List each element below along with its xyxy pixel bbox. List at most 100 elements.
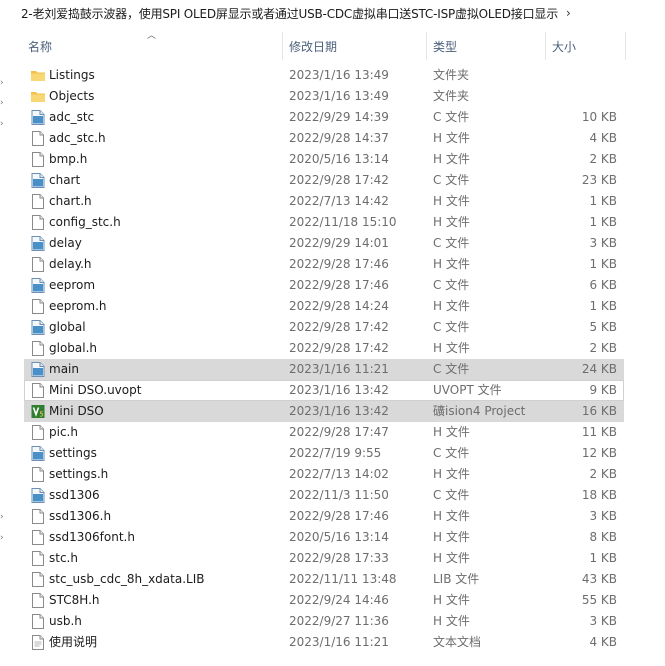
file-row[interactable]: Listings 2023/1/16 13:49 文件夹 xyxy=(24,65,624,86)
h-file-icon xyxy=(31,149,45,170)
file-row[interactable]: stc.h 2022/9/28 17:33 H 文件 1 KB xyxy=(24,548,624,569)
breadcrumb-path[interactable]: 2-老刘爱捣鼓示波器，使用SPI OLED屏显示或者通过USB-CDC虚拟串口送… xyxy=(21,5,558,22)
h-file-icon xyxy=(31,527,45,548)
file-row[interactable]: settings.h 2022/7/13 14:02 H 文件 2 KB xyxy=(24,464,624,485)
h-file-icon xyxy=(31,128,45,149)
file-row[interactable]: pic.h 2022/9/28 17:47 H 文件 11 KB xyxy=(24,422,624,443)
file-type: H 文件 xyxy=(433,509,470,523)
file-row[interactable]: global 2022/9/28 17:42 C 文件 5 KB xyxy=(24,317,624,338)
file-type: H 文件 xyxy=(433,152,470,166)
file-type: C 文件 xyxy=(433,110,470,124)
file-row[interactable]: adc_stc 2022/9/29 14:39 C 文件 10 KB xyxy=(24,107,624,128)
file-row[interactable]: eeprom.h 2022/9/28 14:24 H 文件 1 KB xyxy=(24,296,624,317)
file-row[interactable]: 使用说明 2023/1/16 11:21 文本文档 4 KB xyxy=(24,632,624,653)
file-row[interactable]: chart.h 2022/7/13 14:42 H 文件 1 KB xyxy=(24,191,624,212)
column-size[interactable]: 大小 xyxy=(552,32,576,60)
file-name: global xyxy=(49,320,86,334)
expand-arrow-icon[interactable]: › xyxy=(0,78,4,88)
file-type: C 文件 xyxy=(433,488,470,502)
file-date: 2022/7/13 14:02 xyxy=(289,467,389,481)
file-row[interactable]: usb.h 2022/9/27 11:36 H 文件 3 KB xyxy=(24,611,624,632)
file-type: C 文件 xyxy=(433,278,470,292)
file-name: settings.h xyxy=(49,467,109,481)
file-row[interactable]: global.h 2022/9/28 17:42 H 文件 2 KB xyxy=(24,338,624,359)
file-type: 文件夹 xyxy=(433,89,470,103)
uvopt-file-icon xyxy=(31,380,45,401)
file-date: 2022/9/28 17:42 xyxy=(289,320,389,334)
file-row[interactable]: delay 2022/9/29 14:01 C 文件 3 KB xyxy=(24,233,624,254)
expand-arrow-icon[interactable]: › xyxy=(0,512,4,522)
file-row[interactable]: 5 Mini DSO 2023/1/16 13:42 礦ision4 Project 1… xyxy=(24,401,624,422)
file-row[interactable]: main 2023/1/16 11:21 C 文件 24 KB xyxy=(24,359,624,380)
h-file-icon xyxy=(31,212,45,233)
column-divider[interactable] xyxy=(545,32,546,60)
column-type[interactable]: 类型 xyxy=(433,32,457,60)
file-name: chart.h xyxy=(49,194,92,208)
file-size: 1 KB xyxy=(589,257,617,271)
file-size: 2 KB xyxy=(589,341,617,355)
file-date: 2022/7/13 14:42 xyxy=(289,194,389,208)
file-type: C 文件 xyxy=(433,236,470,250)
file-date: 2022/7/19 9:55 xyxy=(289,446,382,460)
file-name: stc.h xyxy=(49,551,78,565)
file-size: 12 KB xyxy=(581,446,617,460)
file-date: 2022/9/28 14:37 xyxy=(289,131,389,145)
file-row[interactable]: eeprom 2022/9/28 17:46 C 文件 6 KB xyxy=(24,275,624,296)
column-divider[interactable] xyxy=(625,32,626,60)
file-row[interactable]: Mini DSO.uvopt 2023/1/16 13:42 UVOPT 文件 9 K… xyxy=(24,380,624,401)
column-divider[interactable] xyxy=(426,32,427,60)
file-row[interactable]: ssd1306.h 2022/9/28 17:46 H 文件 3 KB xyxy=(24,506,624,527)
file-type: C 文件 xyxy=(433,362,470,376)
file-date: 2022/9/29 14:39 xyxy=(289,110,389,124)
file-row[interactable]: Objects 2023/1/16 13:49 文件夹 xyxy=(24,86,624,107)
file-size: 2 KB xyxy=(589,467,617,481)
file-date: 2022/11/3 11:50 xyxy=(289,488,389,502)
file-name: eeprom.h xyxy=(49,299,107,313)
file-date: 2022/9/28 17:42 xyxy=(289,173,389,187)
file-row[interactable]: config_stc.h 2022/11/18 15:10 H 文件 1 KB xyxy=(24,212,624,233)
file-size: 3 KB xyxy=(589,614,617,628)
column-divider[interactable] xyxy=(282,32,283,60)
file-row[interactable]: delay.h 2022/9/28 17:46 H 文件 1 KB xyxy=(24,254,624,275)
chevron-right-icon[interactable]: › xyxy=(566,6,571,20)
expand-arrow-icon[interactable]: › xyxy=(0,533,4,543)
column-name[interactable]: 名称 xyxy=(28,32,52,60)
file-size: 4 KB xyxy=(589,635,617,649)
file-name: Mini DSO xyxy=(49,404,104,418)
file-row[interactable]: STC8H.h 2022/9/24 14:46 H 文件 55 KB xyxy=(24,590,624,611)
file-row[interactable]: ssd1306 2022/11/3 11:50 C 文件 18 KB xyxy=(24,485,624,506)
file-type: UVOPT 文件 xyxy=(433,383,502,397)
file-row[interactable]: bmp.h 2020/5/16 13:14 H 文件 2 KB xyxy=(24,149,624,170)
file-row[interactable]: ssd1306font.h 2020/5/16 13:14 H 文件 8 KB xyxy=(24,527,624,548)
file-size: 23 KB xyxy=(581,173,617,187)
file-row[interactable]: chart 2022/9/28 17:42 C 文件 23 KB xyxy=(24,170,624,191)
c-file-icon xyxy=(31,107,45,128)
file-row[interactable]: adc_stc.h 2022/9/28 14:37 H 文件 4 KB xyxy=(24,128,624,149)
h-file-icon xyxy=(31,548,45,569)
file-size: 18 KB xyxy=(581,488,617,502)
file-size: 5 KB xyxy=(589,320,617,334)
file-type: H 文件 xyxy=(433,551,470,565)
h-file-icon xyxy=(31,464,45,485)
file-name: delay xyxy=(49,236,82,250)
file-name: Objects xyxy=(49,89,95,103)
file-name: settings xyxy=(49,446,97,460)
column-date[interactable]: 修改日期 xyxy=(289,32,337,60)
breadcrumb[interactable]: 2-老刘爱捣鼓示波器，使用SPI OLED屏显示或者通过USB-CDC虚拟串口送… xyxy=(0,0,665,26)
c-file-icon xyxy=(31,275,45,296)
expand-arrow-icon[interactable]: › xyxy=(0,119,4,129)
svg-text:5: 5 xyxy=(39,411,43,419)
file-type: H 文件 xyxy=(433,194,470,208)
expand-arrow-icon[interactable]: › xyxy=(0,98,4,108)
file-type: H 文件 xyxy=(433,467,470,481)
file-size: 6 KB xyxy=(589,278,617,292)
file-size: 1 KB xyxy=(589,299,617,313)
h-file-icon xyxy=(31,296,45,317)
file-row[interactable]: stc_usb_cdc_8h_xdata.LIB 2022/11/11 13:48… xyxy=(24,569,624,590)
file-row[interactable]: settings 2022/7/19 9:55 C 文件 12 KB xyxy=(24,443,624,464)
h-file-icon xyxy=(31,191,45,212)
h-file-icon xyxy=(31,611,45,632)
file-size: 43 KB xyxy=(581,572,617,586)
file-type: H 文件 xyxy=(433,257,470,271)
file-size: 10 KB xyxy=(581,110,617,124)
